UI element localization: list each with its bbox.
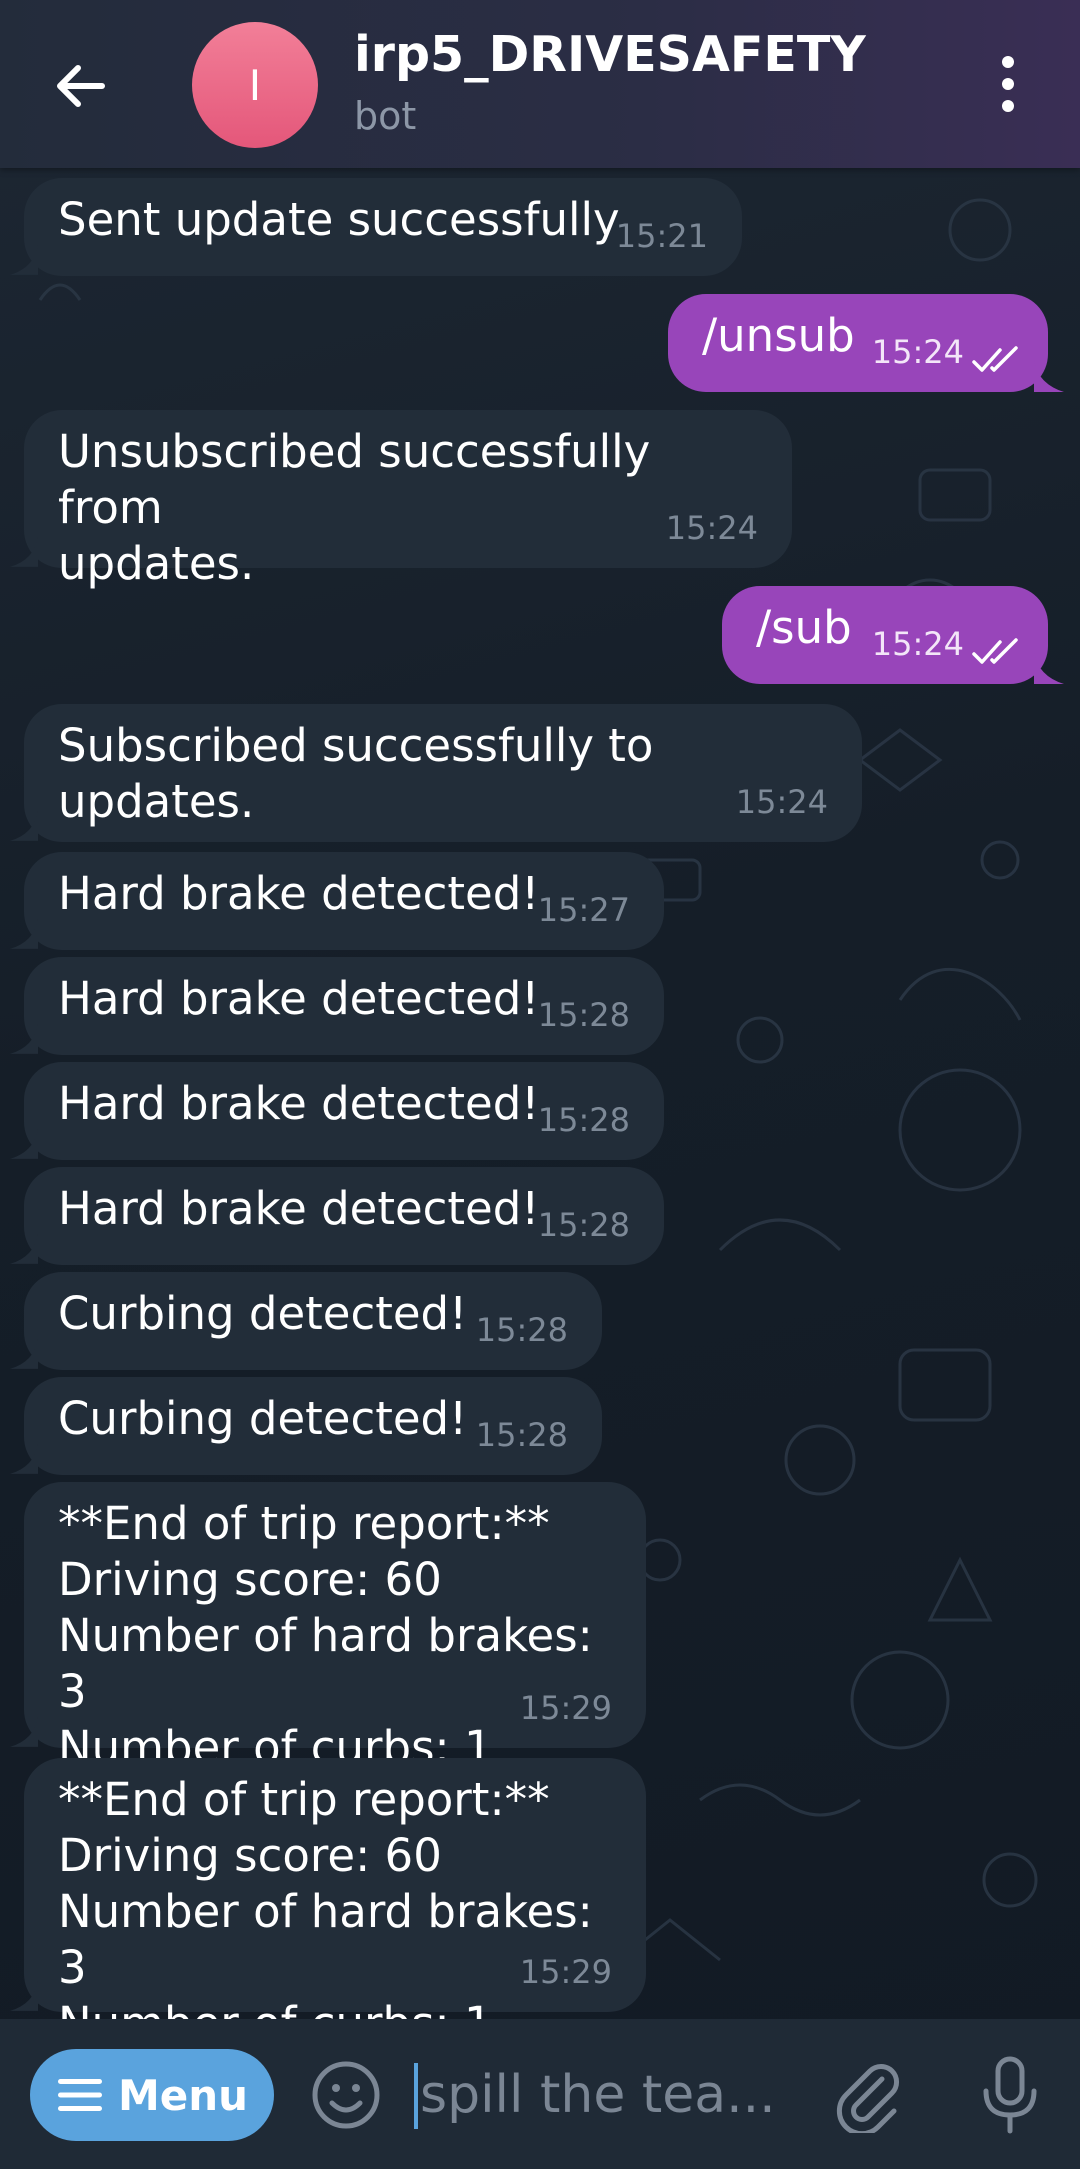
message-time: 15:28 (475, 1416, 568, 1454)
message-bubble: /sub 15:24 (722, 586, 1064, 684)
message-bubble: Hard brake detected! 15:28 (10, 1167, 664, 1265)
bubble-tail (1034, 360, 1064, 392)
message-text: /unsub (702, 309, 855, 362)
bubble-tail (10, 1234, 38, 1264)
message-text: Unsubscribed successfully from updates. (58, 425, 651, 590)
composer-bar: Menu (0, 2019, 1080, 2169)
incoming-message[interactable]: Sent update successfully 15:21 (10, 178, 742, 276)
bubble-tail (1034, 652, 1064, 684)
message-text: Subscribed successfully to updates. (58, 719, 654, 828)
message-time: 15:28 (537, 1206, 630, 1244)
paperclip-icon (836, 2063, 900, 2137)
bubble-tail (10, 1981, 38, 2011)
bubble-tail (10, 1024, 38, 1054)
bubble-tail (10, 919, 38, 949)
bubble-tail (10, 1444, 38, 1474)
message-bubble: Curbing detected! 15:28 (10, 1272, 602, 1370)
attach-button[interactable] (830, 2057, 906, 2137)
hamburger-icon (57, 2079, 102, 2111)
incoming-message[interactable]: Curbing detected! 15:28 (10, 1272, 602, 1370)
message-bubble: Sent update successfully 15:21 (10, 178, 742, 276)
message-bubble: /unsub 15:24 (668, 294, 1064, 392)
microphone-icon (983, 2056, 1037, 2134)
message-text: Sent update successfully (58, 193, 620, 246)
chat-header: I irp5_DRIVESAFETY bot (0, 0, 1080, 168)
message-time: 15:24 (735, 783, 828, 821)
back-button[interactable] (44, 48, 124, 128)
bubble-tail (10, 537, 38, 567)
chat-title[interactable]: irp5_DRIVESAFETY (354, 26, 866, 83)
message-bubble: Unsubscribed successfully from updates. 1… (10, 410, 792, 590)
incoming-message[interactable]: **End of trip report:** Driving score: 6… (10, 1482, 646, 1774)
message-text: **End of trip report:** Driving score: 6… (58, 1773, 593, 2050)
incoming-message[interactable]: Hard brake detected! 15:28 (10, 1062, 664, 1160)
message-time: 15:29 (519, 1953, 612, 1991)
incoming-message[interactable]: Subscribed successfully to updates. 15:24 (10, 704, 862, 842)
message-time: 15:29 (519, 1689, 612, 1727)
message-time: 15:28 (537, 1101, 630, 1139)
message-bubble: Hard brake detected! 15:28 (10, 957, 664, 1055)
bubble-tail (10, 1717, 38, 1747)
message-time: 15:27 (537, 891, 630, 929)
vertical-dots-icon (1002, 56, 1014, 112)
avatar[interactable]: I (192, 22, 318, 148)
text-cursor (414, 2063, 418, 2129)
incoming-message[interactable]: **End of trip report:** Driving score: 6… (10, 1758, 646, 2050)
bubble-tail (10, 1129, 38, 1159)
more-options-button[interactable] (990, 52, 1026, 116)
avatar-letter: I (248, 60, 262, 110)
incoming-message[interactable]: Hard brake detected! 15:28 (10, 1167, 664, 1265)
menu-button-label: Menu (117, 2070, 249, 2120)
outgoing-message[interactable]: /sub 15:24 (722, 586, 1064, 684)
message-time: 15:28 (475, 1311, 568, 1349)
incoming-message[interactable]: Hard brake detected! 15:28 (10, 957, 664, 1055)
bubble-tail (10, 245, 38, 275)
incoming-message[interactable]: Hard brake detected! 15:27 (10, 852, 664, 950)
smile-icon (312, 2061, 380, 2129)
chat-subtitle: bot (354, 94, 417, 138)
message-time: 15:28 (537, 996, 630, 1034)
emoji-button[interactable] (310, 2059, 382, 2131)
message-bubble: **End of trip report:** Driving score: 6… (10, 1482, 646, 1774)
bubble-tail (10, 811, 38, 841)
incoming-message[interactable]: Unsubscribed successfully from updates. 1… (10, 410, 792, 590)
message-bubble: Subscribed successfully to updates. 15:24 (10, 704, 862, 842)
outgoing-message[interactable]: /unsub 15:24 (668, 294, 1064, 392)
double-check-icon (972, 638, 1018, 664)
arrow-left-icon (57, 65, 105, 107)
menu-button[interactable]: Menu (30, 2049, 274, 2141)
message-bubble: Hard brake detected! 15:28 (10, 1062, 664, 1160)
message-bubble: Curbing detected! 15:28 (10, 1377, 602, 1475)
microphone-button[interactable] (972, 2053, 1048, 2137)
message-time: 15:24 (871, 625, 964, 663)
message-time: 15:24 (871, 333, 964, 371)
message-input[interactable] (420, 2059, 800, 2131)
incoming-message[interactable]: Curbing detected! 15:28 (10, 1377, 602, 1475)
message-time: 15:21 (615, 217, 708, 255)
message-bubble: Hard brake detected! 15:27 (10, 852, 664, 950)
double-check-icon (972, 346, 1018, 372)
message-time: 15:24 (665, 509, 758, 547)
message-bubble: **End of trip report:** Driving score: 6… (10, 1758, 646, 2050)
bubble-tail (10, 1339, 38, 1369)
